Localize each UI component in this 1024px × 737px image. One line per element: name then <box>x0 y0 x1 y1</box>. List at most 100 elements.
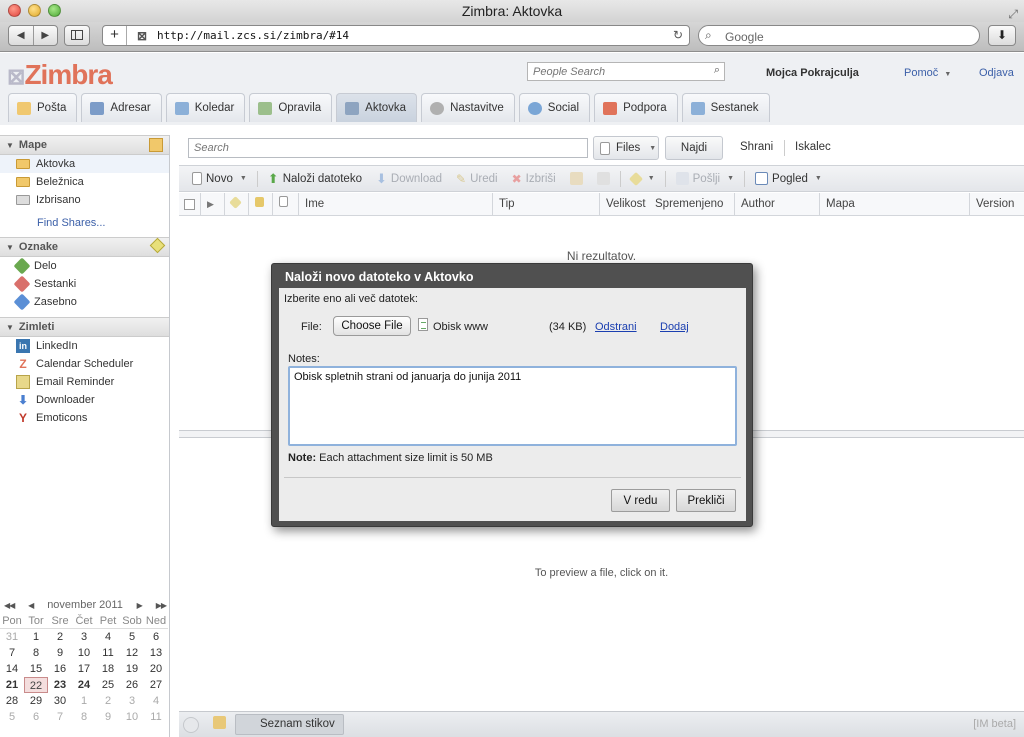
print-button[interactable] <box>590 166 617 191</box>
calendar-day[interactable]: 11 <box>144 709 168 725</box>
calendar-day[interactable]: 25 <box>96 677 120 693</box>
back-icon[interactable]: ◀ <box>9 26 34 45</box>
next-month-icon[interactable]: ▶ <box>137 601 143 610</box>
calendar-day[interactable]: 1 <box>72 693 96 709</box>
calendar-day[interactable]: 7 <box>0 645 24 661</box>
tags-header[interactable]: ▼ Oznake <box>0 237 169 257</box>
expand-column[interactable]: ▶ <box>200 193 224 216</box>
view-button[interactable]: Pogled ▼ <box>748 166 829 191</box>
calendar-day[interactable]: 10 <box>120 709 144 725</box>
zimbra-logo[interactable]: ⊠Zimbra <box>7 59 113 91</box>
calendar-day[interactable]: 27 <box>144 677 168 693</box>
logout-link[interactable]: Odjava <box>979 67 1014 79</box>
select-all-checkbox[interactable] <box>184 199 195 210</box>
folder-aktovka[interactable]: Aktovka <box>0 155 169 173</box>
calendar-day[interactable]: 23 <box>48 677 72 693</box>
tab-opravila[interactable]: Opravila <box>249 93 333 122</box>
zoom-window-button[interactable] <box>48 4 61 17</box>
lock-column[interactable] <box>248 193 272 216</box>
zimlet-email-reminder[interactable]: Email Reminder <box>0 373 169 391</box>
search-builder-button[interactable]: Iskalec <box>795 141 831 153</box>
calendar-day[interactable]: 8 <box>24 645 48 661</box>
calendar-day[interactable]: 9 <box>96 709 120 725</box>
search-type-dropdown[interactable]: Files ▼ <box>593 136 659 160</box>
type-icon-column[interactable] <box>272 193 298 216</box>
calendar-day[interactable]: 20 <box>144 661 168 677</box>
calendar-day-today[interactable]: 22 <box>24 677 48 693</box>
notes-textarea[interactable]: Obisk spletnih strani od januarja do jun… <box>288 366 737 446</box>
calendar-day[interactable]: 29 <box>24 693 48 709</box>
url-text[interactable]: http://mail.zcs.si/zimbra/#14 <box>157 29 349 42</box>
col-version[interactable]: Version <box>969 193 1024 216</box>
calendar-day[interactable]: 6 <box>144 629 168 645</box>
address-bar[interactable]: + ⊠ http://mail.zcs.si/zimbra/#14 ↻ <box>102 25 690 46</box>
browser-search-field[interactable]: ⌕ Google <box>698 25 980 46</box>
calendar-day[interactable]: 12 <box>120 645 144 661</box>
folder-izbrisano[interactable]: Izbrisano <box>0 191 169 209</box>
col-name[interactable]: Ime <box>298 193 492 216</box>
download-button[interactable]: ⬇ Download <box>369 166 449 191</box>
ok-button[interactable]: V redu <box>611 489 670 512</box>
calendar-day[interactable]: 26 <box>120 677 144 693</box>
help-menu[interactable]: Pomoč ▼ <box>904 67 951 79</box>
find-shares-link[interactable]: Find Shares... <box>0 209 169 237</box>
zimlet-downloader[interactable]: ⬇ Downloader <box>0 391 169 409</box>
cancel-button[interactable]: Prekliči <box>676 489 736 512</box>
calendar-day[interactable]: 2 <box>48 629 72 645</box>
zimlet-linkedin[interactable]: in LinkedIn <box>0 337 169 355</box>
calendar-day[interactable]: 14 <box>0 661 24 677</box>
forward-icon[interactable]: ▶ <box>34 26 58 45</box>
calendar-day[interactable]: 6 <box>24 709 48 725</box>
minimize-window-button[interactable] <box>28 4 41 17</box>
calendar-day[interactable]: 18 <box>96 661 120 677</box>
move-button[interactable] <box>563 166 590 191</box>
search-icon[interactable]: ⌕ <box>714 64 720 77</box>
choose-file-button[interactable]: Choose File <box>333 316 411 336</box>
col-type[interactable]: Tip <box>492 193 599 216</box>
search-input[interactable] <box>189 139 579 157</box>
new-button[interactable]: Novo ▼ <box>185 166 254 191</box>
folders-header[interactable]: ▼ Mape <box>0 135 169 155</box>
close-window-button[interactable] <box>8 4 21 17</box>
calendar-day[interactable]: 30 <box>48 693 72 709</box>
calendar-day[interactable]: 5 <box>120 629 144 645</box>
calendar-day[interactable]: 5 <box>0 709 24 725</box>
presence-icon[interactable] <box>183 717 199 733</box>
prev-year-icon[interactable]: ◀◀ <box>4 601 15 610</box>
calendar-day[interactable]: 13 <box>144 645 168 661</box>
zimlet-calendar-scheduler[interactable]: Z Calendar Scheduler <box>0 355 169 373</box>
next-year-icon[interactable]: ▶▶ <box>156 601 167 610</box>
tab-koledar[interactable]: Koledar <box>165 93 246 122</box>
calendar-day[interactable]: 16 <box>48 661 72 677</box>
tab-adresar[interactable]: Adresar <box>81 93 162 122</box>
prev-month-icon[interactable]: ◀ <box>28 601 34 610</box>
calendar-day[interactable]: 9 <box>48 645 72 661</box>
calendar-day[interactable]: 17 <box>72 661 96 677</box>
send-button[interactable]: Pošlji ▼ <box>669 166 741 191</box>
remove-file-link[interactable]: Odstrani <box>595 321 637 333</box>
tag-sestanki[interactable]: Sestanki <box>0 275 169 293</box>
reload-icon[interactable]: ↻ <box>673 28 683 42</box>
delete-button[interactable]: ✖ Izbriši <box>505 166 563 191</box>
calendar-day[interactable]: 3 <box>72 629 96 645</box>
tag-button[interactable]: ▼ <box>624 166 662 191</box>
calendar-day[interactable]: 8 <box>72 709 96 725</box>
add-bookmark-icon[interactable]: + <box>103 26 127 45</box>
col-size[interactable]: Velikost <box>599 193 649 216</box>
add-contact-icon[interactable] <box>213 716 231 734</box>
calendar-day[interactable]: 4 <box>96 629 120 645</box>
add-file-link[interactable]: Dodaj <box>660 321 689 333</box>
new-folder-icon[interactable] <box>149 138 163 152</box>
calendar-day[interactable]: 31 <box>0 629 24 645</box>
sidebar-toggle-button[interactable] <box>64 25 90 46</box>
save-search-button[interactable]: Shrani <box>740 141 773 153</box>
calendar-day[interactable]: 4 <box>144 693 168 709</box>
tag-zasebno[interactable]: Zasebno <box>0 293 169 311</box>
people-search-input[interactable] <box>528 63 698 80</box>
tab-sestanek[interactable]: Sestanek <box>681 93 770 122</box>
calendar-day[interactable]: 11 <box>96 645 120 661</box>
calendar-day[interactable]: 1 <box>24 629 48 645</box>
tab-aktovka[interactable]: Aktovka <box>336 93 418 122</box>
upload-button[interactable]: ⬆ Naloži datoteko <box>261 166 369 191</box>
calendar-day[interactable]: 3 <box>120 693 144 709</box>
